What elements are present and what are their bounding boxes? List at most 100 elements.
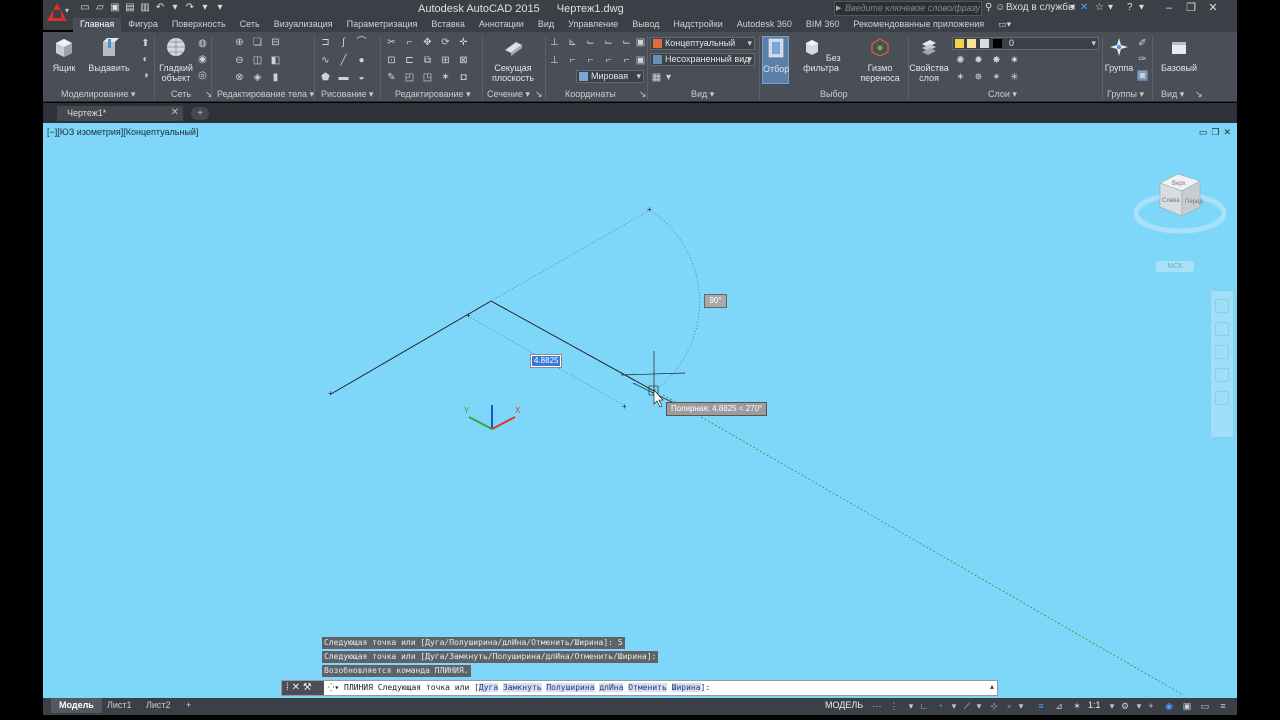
copy-faces-icon[interactable]: ❏ xyxy=(252,37,263,48)
panel-mesh[interactable]: Сеть xyxy=(171,89,191,101)
clean-screen-icon[interactable]: ▭ xyxy=(1199,700,1211,712)
command-history-toggle-icon[interactable]: ▴ xyxy=(990,682,994,691)
isodraft-icon[interactable]: ⟋ xyxy=(961,700,973,712)
extract-edges-icon[interactable]: ⊟ xyxy=(270,37,281,48)
panel-solid-editing[interactable]: Редактирование тела ▾ xyxy=(217,89,314,101)
panel-section-launcher-icon[interactable]: ↘ xyxy=(535,89,543,101)
grip-icon[interactable]: ⁞ xyxy=(286,682,289,693)
exchange-icon[interactable]: ✕ xyxy=(1080,2,1088,13)
shell-icon[interactable]: ◫ xyxy=(252,55,263,66)
move-icon[interactable]: ✥ xyxy=(422,37,433,48)
command-prompt[interactable]: ⁛▾ ПЛИНИЯ Следующая точка или [Дуга Замк… xyxy=(328,682,710,694)
union-icon[interactable]: ◐ xyxy=(140,54,151,65)
intersect-solid-icon[interactable]: ⊗ xyxy=(234,72,245,83)
arc-icon[interactable]: ⌒ xyxy=(356,37,367,48)
ucs-view-icon[interactable]: ▣ xyxy=(635,37,646,48)
ucs-z-icon[interactable]: ⌙ xyxy=(621,37,632,48)
circle-icon[interactable]: ● xyxy=(356,55,367,66)
layer-walk-icon[interactable]: ✳ xyxy=(1009,72,1020,83)
tab-view[interactable]: Вид xyxy=(531,18,561,32)
pan-icon[interactable] xyxy=(1215,322,1229,336)
snap-dropdown-icon[interactable]: ▾ xyxy=(905,700,917,712)
customize-qat-icon[interactable]: ▾ xyxy=(214,2,226,14)
rotate3d-icon[interactable]: ⟳ xyxy=(440,37,451,48)
redo-icon[interactable]: ↷ xyxy=(184,2,196,14)
object-snap-icon[interactable]: ▫ xyxy=(1003,700,1015,712)
viewport-config-icon[interactable]: ▦ xyxy=(651,72,662,83)
ungroup-icon[interactable]: ✐ xyxy=(1137,38,1148,49)
polygon-icon[interactable]: ⬟ xyxy=(320,72,331,83)
presspull-icon[interactable]: ⬆ xyxy=(140,38,151,49)
viewport-config-dropdown-icon[interactable]: ▾ xyxy=(663,72,674,83)
help-icon[interactable]: ? xyxy=(1127,2,1133,13)
zoom-icon[interactable] xyxy=(1215,345,1229,359)
layer-off-icon[interactable]: ✺ xyxy=(955,55,966,66)
section-plane-button[interactable]: Секущая плоскость xyxy=(487,36,539,83)
tab-solid[interactable]: Фигура xyxy=(121,18,165,32)
layout-tab-sheet2[interactable]: Лист2 xyxy=(138,698,179,713)
array-icon[interactable]: ⊞ xyxy=(440,55,451,66)
trim-icon[interactable]: ✂ xyxy=(386,37,397,48)
workspace-icon[interactable]: ⚙ xyxy=(1119,700,1131,712)
layer-isolate-icon[interactable]: ✹ xyxy=(973,55,984,66)
join-icon[interactable]: ◘ xyxy=(458,72,469,83)
imprint-icon[interactable]: ◧ xyxy=(270,55,281,66)
panel-view-2-launcher-icon[interactable]: ↘ xyxy=(1195,89,1203,101)
showmotion-icon[interactable] xyxy=(1215,391,1229,405)
ucs-y-icon[interactable]: ⌙ xyxy=(603,37,614,48)
layer-select[interactable]: 0 xyxy=(952,37,1099,50)
mirror3d-icon[interactable]: ⧉ xyxy=(422,55,433,66)
viewcube[interactable]: Верх Слева Перед xyxy=(1133,171,1233,271)
command-option-length[interactable]: длИна xyxy=(599,683,624,692)
customize-status-icon[interactable]: ≡ xyxy=(1217,700,1229,712)
base-view-button[interactable]: Базовый xyxy=(1157,36,1201,73)
slice-icon[interactable]: ▮ xyxy=(270,72,281,83)
ucs-origin-icon[interactable]: ⊥ xyxy=(549,55,560,66)
tab-home[interactable]: Главная xyxy=(73,18,122,32)
align-icon[interactable]: ⊠ xyxy=(458,55,469,66)
new-tab-icon[interactable]: + xyxy=(191,107,209,120)
select-cycling-button[interactable]: Отбор xyxy=(762,36,789,84)
user-icon[interactable]: ☺ xyxy=(995,2,1005,13)
binoculars-icon[interactable]: ⚲ xyxy=(985,2,992,13)
ucs-object-icon[interactable]: ⌐ xyxy=(585,55,596,66)
tab-surface[interactable]: Поверхность xyxy=(165,18,233,32)
command-option-undo[interactable]: Отменить xyxy=(628,683,667,692)
ucs-icon[interactable]: ⊥ xyxy=(549,37,560,48)
file-tab-close-icon[interactable]: ✕ xyxy=(171,107,179,118)
layer-lock-tool-icon[interactable]: ✷ xyxy=(1009,55,1020,66)
scale-dropdown-icon[interactable]: ▾ xyxy=(1106,700,1118,712)
scale-icon[interactable]: ◰ xyxy=(404,72,415,83)
fillet-icon[interactable]: ⌐ xyxy=(404,37,415,48)
annotation-visibility-icon[interactable]: ✶ xyxy=(1071,700,1083,712)
osnap-dropdown-icon[interactable]: ▾ xyxy=(1015,700,1027,712)
tab-parametric[interactable]: Параметризация xyxy=(340,18,425,32)
tab-output[interactable]: Вывод xyxy=(625,18,666,32)
ucs-x-icon[interactable]: ⌙ xyxy=(585,37,596,48)
open-icon[interactable]: ▱ xyxy=(94,2,106,14)
wcs-menu[interactable]: МСК xyxy=(1156,261,1194,272)
tab-autodesk360[interactable]: Autodesk 360 xyxy=(730,18,799,32)
helix-icon[interactable]: ◒ xyxy=(356,72,367,83)
hardware-accel-icon[interactable]: ▣ xyxy=(1181,700,1193,712)
drawing-viewport[interactable]: [−][ЮЗ изометрия][Концептуальный] ▭ ❐ ✕ … xyxy=(43,123,1237,698)
isodraft-dropdown-icon[interactable]: ▾ xyxy=(973,700,985,712)
tab-insert[interactable]: Вставка xyxy=(424,18,471,32)
tab-annotate[interactable]: Аннотации xyxy=(472,18,531,32)
mesh-smooth-more-icon[interactable]: ◉ xyxy=(197,54,208,65)
offset-icon[interactable]: ⊏ xyxy=(404,55,415,66)
copy-icon[interactable]: ⊡ xyxy=(386,55,397,66)
panel-section[interactable]: Сечение ▾ xyxy=(487,89,530,101)
command-line[interactable]: ⁞ ✕ ⚒ ⁛▾ ПЛИНИЯ Следующая точка или [Дуг… xyxy=(281,680,998,696)
polar-dropdown-icon[interactable]: ▾ xyxy=(948,700,960,712)
command-option-arc[interactable]: Дуга xyxy=(478,683,499,692)
command-option-halfwidth[interactable]: Полуширина xyxy=(546,683,595,692)
grid-icon[interactable]: ⋯ xyxy=(871,700,883,712)
signin-dropdown-icon[interactable]: ▾ xyxy=(1070,2,1075,13)
rectangle-icon[interactable]: ▬ xyxy=(338,72,349,83)
lineweight-icon[interactable]: ≡ xyxy=(1035,700,1047,712)
subtract-solid-icon[interactable]: ⊖ xyxy=(234,55,245,66)
panel-modify[interactable]: Редактирование ▾ xyxy=(395,89,471,101)
spline-icon[interactable]: ∫ xyxy=(338,37,349,48)
ucs-face-icon[interactable]: ⌐ xyxy=(603,55,614,66)
